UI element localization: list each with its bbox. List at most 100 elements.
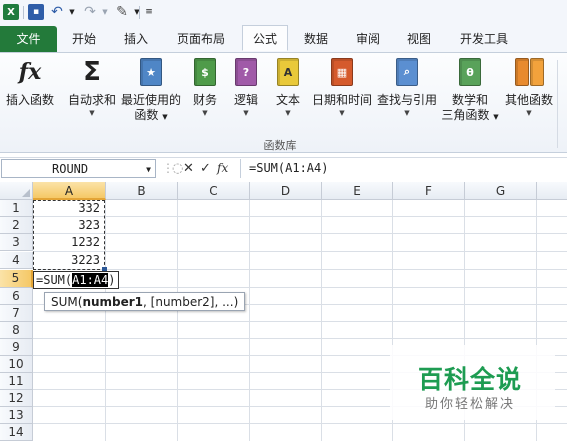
cell-a5-editor[interactable]: =SUM(A1:A4): [33, 271, 119, 289]
redo-icon[interactable]: ↷: [82, 4, 98, 20]
row-header-2[interactable]: 2: [0, 217, 33, 234]
row-header-13[interactable]: 13: [0, 407, 33, 424]
select-all-corner[interactable]: [0, 182, 33, 200]
logical-button[interactable]: ? 逻辑 ▼: [229, 57, 263, 119]
row-header-5[interactable]: 5: [0, 270, 33, 288]
date-book-icon: ▦: [327, 57, 357, 87]
sigma-icon: Σ: [83, 57, 101, 87]
date-time-label: 日期和时间: [311, 93, 372, 107]
name-box[interactable]: ROUND ▼: [1, 159, 156, 178]
edit-formula-prefix: =SUM(: [36, 273, 73, 287]
ribbon-tab-bar: 文件 开始 插入 页面布局 公式 数据 审阅 视图 开发工具: [0, 25, 567, 53]
undo-icon[interactable]: ↶: [49, 4, 65, 20]
column-header-g[interactable]: G: [465, 182, 537, 200]
range-selection-marquee: [33, 200, 105, 270]
row-header-7[interactable]: 7: [0, 305, 33, 322]
column-header-partial[interactable]: [537, 182, 567, 200]
text-book-icon: A: [273, 57, 303, 87]
watermark-title: 百科全说: [418, 365, 523, 394]
text-button[interactable]: A 文本 ▼: [271, 57, 305, 119]
row-header-8[interactable]: 8: [0, 322, 33, 339]
fx-icon: fx: [18, 59, 42, 85]
function-argument-tooltip[interactable]: SUM(number1, [number2], ...): [44, 292, 246, 311]
edit-formula-suffix: ): [108, 273, 116, 287]
math-trig-label2: 三角函数: [441, 108, 490, 122]
row-header-6[interactable]: 6: [0, 288, 33, 305]
watermark-subtitle: 助你轻松解决: [425, 397, 516, 412]
customize-qat-icon[interactable]: ≡: [141, 4, 157, 20]
math-book-icon: θ: [455, 57, 485, 87]
autosum-button[interactable]: Σ 自动求和 ▼: [65, 57, 119, 119]
recently-used-label: 最近使用的: [120, 93, 181, 107]
ribbon-group-separator: [557, 60, 558, 148]
row-header-4[interactable]: 4: [0, 252, 33, 269]
math-trig-button[interactable]: θ 数学和 三角函数 ▼: [440, 57, 500, 125]
tab-review[interactable]: 审阅: [346, 26, 390, 52]
row-header-10[interactable]: 10: [0, 356, 33, 373]
chevron-down-icon: ▼: [89, 109, 95, 117]
name-box-value: ROUND: [52, 162, 89, 176]
excel-logo-icon[interactable]: X: [3, 4, 19, 20]
formula-input[interactable]: =SUM(A1:A4): [240, 159, 566, 178]
gridline: [33, 269, 567, 270]
redo-dropdown-icon[interactable]: ▼: [97, 4, 113, 20]
gridline: [33, 423, 567, 424]
recently-used-button[interactable]: ★ 最近使用的 函数 ▼: [120, 57, 182, 125]
column-header-d[interactable]: D: [250, 182, 322, 200]
insert-function-icon[interactable]: fx: [217, 159, 228, 178]
date-time-button[interactable]: ▦ 日期和时间 ▼: [310, 57, 374, 119]
tooltip-current-arg: number1: [82, 295, 144, 309]
column-header-c[interactable]: C: [178, 182, 250, 200]
quick-access-toolbar: X ▪ ↶ ▼ ↷ ▼ ✎ ▼ ≡: [0, 0, 567, 27]
star-book-icon: ★: [136, 57, 166, 87]
chevron-down-icon: ▼: [493, 113, 499, 121]
gridline: [33, 251, 567, 252]
row-header-3[interactable]: 3: [0, 234, 33, 251]
customize-tool-icon[interactable]: ✎: [114, 4, 130, 20]
tab-home[interactable]: 开始: [62, 26, 106, 52]
autosum-label: 自动求和: [67, 93, 116, 107]
column-header-a[interactable]: A: [33, 182, 106, 200]
qat-separator: [23, 6, 24, 19]
column-header-f[interactable]: F: [393, 182, 465, 200]
chevron-down-icon: ▼: [339, 109, 345, 117]
more-books-icon: [514, 57, 544, 87]
tab-formulas[interactable]: 公式: [242, 25, 288, 51]
tab-view[interactable]: 视图: [397, 26, 441, 52]
row-header-11[interactable]: 11: [0, 373, 33, 390]
more-functions-label: 其他函数: [504, 93, 553, 107]
row-header-12[interactable]: 12: [0, 390, 33, 407]
row-header-14[interactable]: 14: [0, 424, 33, 441]
tab-file[interactable]: 文件: [0, 26, 57, 52]
enter-icon[interactable]: ✓: [200, 159, 211, 178]
column-header-e[interactable]: E: [322, 182, 393, 200]
tab-insert[interactable]: 插入: [114, 26, 158, 52]
math-trig-label: 数学和: [451, 93, 488, 107]
collapse-circle-icon: ◌: [172, 161, 184, 176]
chevron-down-icon: ▼: [202, 109, 208, 117]
row-header-1[interactable]: 1: [0, 200, 33, 217]
financial-label: 财务: [192, 93, 217, 107]
lookup-reference-label: 查找与引用: [376, 93, 437, 107]
cancel-icon[interactable]: ✕: [183, 159, 194, 178]
column-header-b[interactable]: B: [106, 182, 178, 200]
lookup-reference-button[interactable]: ⌕ 查找与引用 ▼: [376, 57, 438, 119]
tab-developer[interactable]: 开发工具: [450, 26, 518, 52]
undo-dropdown-icon[interactable]: ▼: [64, 4, 80, 20]
recently-used-label2: 函数: [134, 108, 159, 122]
save-icon[interactable]: ▪: [28, 4, 44, 20]
gridline: [33, 321, 567, 322]
tooltip-remaining-args: , [number2], ...): [143, 295, 239, 309]
text-label: 文本: [275, 93, 300, 107]
finance-book-icon: $: [190, 57, 220, 87]
chevron-down-icon: ▼: [526, 109, 532, 117]
function-library-group-label: 函数库: [263, 139, 297, 152]
tab-page-layout[interactable]: 页面布局: [168, 26, 234, 52]
financial-button[interactable]: $ 财务 ▼: [188, 57, 222, 119]
more-functions-button[interactable]: 其他函数 ▼: [502, 57, 556, 119]
chevron-down-icon[interactable]: ▼: [146, 160, 151, 179]
chevron-down-icon: ▼: [162, 113, 168, 121]
tab-data[interactable]: 数据: [294, 26, 338, 52]
row-header-9[interactable]: 9: [0, 339, 33, 356]
insert-function-button[interactable]: fx 插入函数: [2, 57, 58, 108]
